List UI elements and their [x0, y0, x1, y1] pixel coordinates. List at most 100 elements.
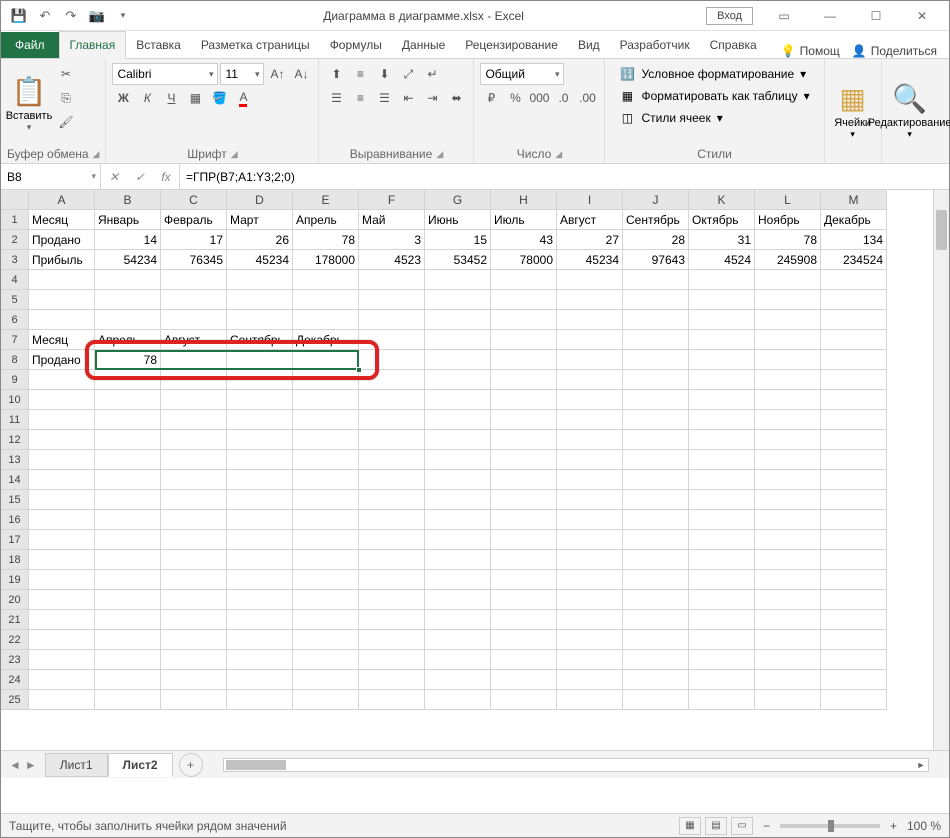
cell-J3[interactable]: 97643 — [623, 250, 689, 270]
column-header-I[interactable]: I — [557, 190, 623, 210]
font-name-select[interactable]: Calibri — [112, 63, 218, 85]
view-layout-icon[interactable]: ▤ — [705, 817, 727, 835]
zoom-in-icon[interactable]: + — [890, 819, 897, 833]
cell-J4[interactable] — [623, 270, 689, 290]
cell-K2[interactable]: 31 — [689, 230, 755, 250]
cell-G18[interactable] — [425, 550, 491, 570]
cell-J10[interactable] — [623, 390, 689, 410]
cell-M12[interactable] — [821, 430, 887, 450]
tab-insert[interactable]: Вставка — [126, 32, 191, 58]
cell-G23[interactable] — [425, 650, 491, 670]
row-header-6[interactable]: 6 — [1, 310, 29, 330]
cell-B13[interactable] — [95, 450, 161, 470]
cell-B19[interactable] — [95, 570, 161, 590]
cell-D17[interactable] — [227, 530, 293, 550]
cell-G2[interactable]: 15 — [425, 230, 491, 250]
cell-F23[interactable] — [359, 650, 425, 670]
column-header-J[interactable]: J — [623, 190, 689, 210]
cell-J14[interactable] — [623, 470, 689, 490]
cell-K11[interactable] — [689, 410, 755, 430]
cell-D14[interactable] — [227, 470, 293, 490]
cell-G24[interactable] — [425, 670, 491, 690]
cell-C10[interactable] — [161, 390, 227, 410]
row-header-10[interactable]: 10 — [1, 390, 29, 410]
view-pagebreak-icon[interactable]: ▭ — [731, 817, 753, 835]
cell-D12[interactable] — [227, 430, 293, 450]
font-color-icon[interactable]: A — [232, 87, 254, 109]
cell-A20[interactable] — [29, 590, 95, 610]
cell-G8[interactable] — [425, 350, 491, 370]
column-header-F[interactable]: F — [359, 190, 425, 210]
cell-M2[interactable]: 134 — [821, 230, 887, 250]
cell-L21[interactable] — [755, 610, 821, 630]
cell-H5[interactable] — [491, 290, 557, 310]
tab-developer[interactable]: Разработчик — [610, 32, 700, 58]
cell-L13[interactable] — [755, 450, 821, 470]
ribbon-options-icon[interactable]: ▭ — [761, 1, 807, 31]
undo-icon[interactable]: ↶ — [33, 4, 57, 28]
cell-E11[interactable] — [293, 410, 359, 430]
cell-L3[interactable]: 245908 — [755, 250, 821, 270]
cell-K24[interactable] — [689, 670, 755, 690]
row-header-12[interactable]: 12 — [1, 430, 29, 450]
cell-M7[interactable] — [821, 330, 887, 350]
indent-decrease-icon[interactable]: ⇤ — [397, 87, 419, 109]
cell-E16[interactable] — [293, 510, 359, 530]
cell-G17[interactable] — [425, 530, 491, 550]
column-header-K[interactable]: K — [689, 190, 755, 210]
cell-J20[interactable] — [623, 590, 689, 610]
cell-A3[interactable]: Прибыль — [29, 250, 95, 270]
decrease-font-icon[interactable]: A↓ — [290, 63, 312, 85]
cells-button[interactable]: ▦Ячейки▾ — [831, 63, 875, 159]
cell-E4[interactable] — [293, 270, 359, 290]
cell-J15[interactable] — [623, 490, 689, 510]
cell-A17[interactable] — [29, 530, 95, 550]
cell-E20[interactable] — [293, 590, 359, 610]
column-header-E[interactable]: E — [293, 190, 359, 210]
cell-C23[interactable] — [161, 650, 227, 670]
cell-D24[interactable] — [227, 670, 293, 690]
column-header-L[interactable]: L — [755, 190, 821, 210]
cell-styles-button[interactable]: ◫Стили ячеек ▾ — [615, 109, 813, 127]
bold-button[interactable]: Ж — [112, 87, 134, 109]
cell-C8[interactable] — [161, 350, 227, 370]
cell-L22[interactable] — [755, 630, 821, 650]
cell-B6[interactable] — [95, 310, 161, 330]
cell-L20[interactable] — [755, 590, 821, 610]
cell-M14[interactable] — [821, 470, 887, 490]
cell-L4[interactable] — [755, 270, 821, 290]
cell-K20[interactable] — [689, 590, 755, 610]
cell-E7[interactable]: Декабрь — [293, 330, 359, 350]
cell-F13[interactable] — [359, 450, 425, 470]
column-header-H[interactable]: H — [491, 190, 557, 210]
cell-L8[interactable] — [755, 350, 821, 370]
cell-B12[interactable] — [95, 430, 161, 450]
cell-H6[interactable] — [491, 310, 557, 330]
fill-color-icon[interactable]: 🪣 — [208, 87, 230, 109]
cell-G9[interactable] — [425, 370, 491, 390]
column-header-G[interactable]: G — [425, 190, 491, 210]
cell-K9[interactable] — [689, 370, 755, 390]
cell-K7[interactable] — [689, 330, 755, 350]
cell-C3[interactable]: 76345 — [161, 250, 227, 270]
cell-I5[interactable] — [557, 290, 623, 310]
cell-F8[interactable] — [359, 350, 425, 370]
indent-increase-icon[interactable]: ⇥ — [421, 87, 443, 109]
row-header-1[interactable]: 1 — [1, 210, 29, 230]
cell-E24[interactable] — [293, 670, 359, 690]
cell-B9[interactable] — [95, 370, 161, 390]
cell-M1[interactable]: Декабрь — [821, 210, 887, 230]
cell-F3[interactable]: 4523 — [359, 250, 425, 270]
cell-E9[interactable] — [293, 370, 359, 390]
cell-L12[interactable] — [755, 430, 821, 450]
cell-B17[interactable] — [95, 530, 161, 550]
cell-C25[interactable] — [161, 690, 227, 710]
cell-L19[interactable] — [755, 570, 821, 590]
zoom-slider[interactable] — [780, 824, 880, 828]
cell-A21[interactable] — [29, 610, 95, 630]
cell-A7[interactable]: Месяц — [29, 330, 95, 350]
cell-A5[interactable] — [29, 290, 95, 310]
cell-M18[interactable] — [821, 550, 887, 570]
cell-C1[interactable]: Февраль — [161, 210, 227, 230]
cell-D19[interactable] — [227, 570, 293, 590]
